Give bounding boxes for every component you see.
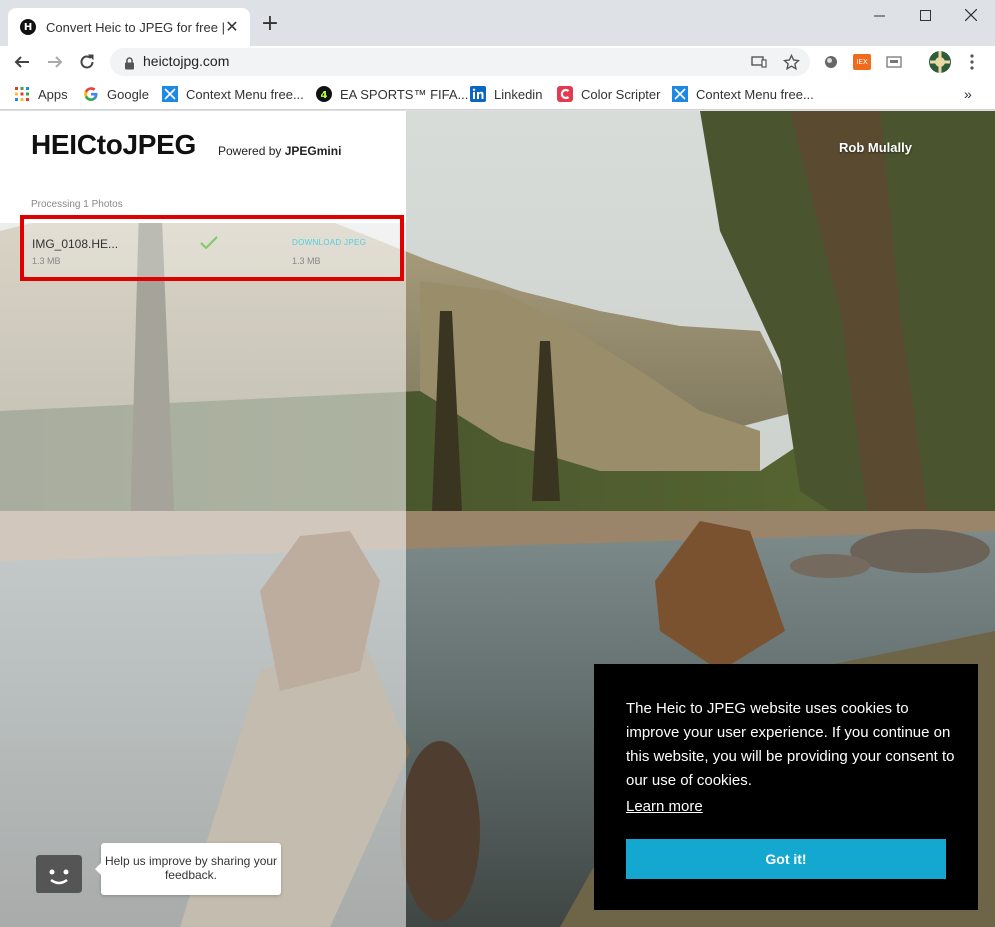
window-maximize-icon[interactable] bbox=[902, 0, 948, 30]
bookmark-label: Google bbox=[107, 86, 149, 102]
bookmark-fifa[interactable]: 4 EA SPORTS™ FIFA... bbox=[316, 85, 468, 103]
more-bookmarks-chevron-icon[interactable]: » bbox=[964, 85, 972, 103]
fifa-icon: 4 bbox=[316, 86, 332, 102]
bookmark-label: Linkedin bbox=[494, 86, 543, 102]
reload-icon[interactable] bbox=[75, 50, 99, 74]
page-content: HEICtoJPEG Powered by JPEGmini Processin… bbox=[0, 111, 995, 927]
powered-by-prefix: Powered by bbox=[218, 144, 282, 158]
file-row: IMG_0108.HE... 1.3 MB DOWNLOAD JPEG 1.3 … bbox=[20, 215, 404, 281]
app-side-panel: HEICtoJPEG Powered by JPEGmini Processin… bbox=[0, 111, 406, 927]
bookmark-context-menu-2[interactable]: Context Menu free... bbox=[672, 85, 814, 103]
app-header: HEICtoJPEG Powered by JPEGmini Processin… bbox=[0, 111, 406, 223]
browser-title-bar: H Convert Heic to JPEG for free | I ✕ + bbox=[0, 0, 995, 46]
learn-more-link[interactable]: Learn more bbox=[626, 795, 956, 819]
photo-credit[interactable]: Rob Mulally bbox=[839, 140, 912, 155]
tab-close-icon[interactable]: ✕ bbox=[224, 19, 240, 35]
bookmark-context-menu-1[interactable]: Context Menu free... bbox=[162, 85, 304, 103]
browser-tab-active[interactable]: H Convert Heic to JPEG for free | I ✕ bbox=[8, 8, 250, 46]
tab-title: Convert Heic to JPEG for free | I bbox=[46, 19, 226, 35]
svg-text:4: 4 bbox=[321, 90, 328, 101]
context-menu-icon bbox=[162, 86, 178, 102]
bookmark-label: Context Menu free... bbox=[696, 86, 814, 102]
bookmark-star-icon[interactable] bbox=[782, 53, 800, 71]
download-jpeg-link[interactable]: DOWNLOAD JPEG bbox=[292, 238, 366, 247]
bookmark-label: Apps bbox=[38, 86, 68, 102]
window-close-icon[interactable] bbox=[948, 0, 994, 30]
feedback-prompt[interactable]: Help us improve by sharing your feedback… bbox=[95, 843, 281, 895]
file-name: IMG_0108.HE... bbox=[32, 237, 119, 251]
bookmark-google[interactable]: Google bbox=[83, 85, 149, 103]
extension-iex-badge: IEX bbox=[853, 54, 871, 70]
processing-status: Processing 1 Photos bbox=[31, 199, 123, 210]
bookmarks-bar: Apps Google Context Menu free... 4 EA SP… bbox=[0, 78, 995, 110]
extension-circle-icon[interactable] bbox=[821, 52, 841, 72]
output-file-size: 1.3 MB bbox=[292, 256, 321, 266]
cookie-message: The Heic to JPEG website uses cookies to… bbox=[626, 700, 955, 789]
site-favicon-icon: H bbox=[20, 19, 36, 35]
cast-device-icon[interactable] bbox=[750, 53, 768, 71]
powered-by-brand[interactable]: JPEGmini bbox=[285, 144, 342, 158]
bookmark-label: Context Menu free... bbox=[186, 86, 304, 102]
linkedin-icon bbox=[470, 86, 486, 102]
address-bar[interactable]: heictojpg.com bbox=[110, 48, 810, 76]
context-menu-icon bbox=[672, 86, 688, 102]
bookmark-apps[interactable]: Apps bbox=[14, 85, 68, 103]
forward-arrow-icon[interactable] bbox=[43, 50, 67, 74]
lock-icon bbox=[124, 55, 135, 74]
bookmark-label: Color Scripter bbox=[581, 86, 661, 102]
powered-by-label: Powered by JPEGmini bbox=[218, 144, 341, 158]
back-arrow-icon[interactable] bbox=[10, 50, 34, 74]
window-minimize-icon[interactable] bbox=[856, 0, 902, 30]
profile-avatar-icon[interactable] bbox=[928, 50, 952, 74]
feedback-widget-button[interactable] bbox=[32, 849, 84, 895]
address-url: heictojpg.com bbox=[143, 53, 230, 69]
bookmark-linkedin[interactable]: Linkedin bbox=[470, 85, 542, 103]
cookie-consent-banner: The Heic to JPEG website uses cookies to… bbox=[594, 664, 978, 910]
app-logo[interactable]: HEICtoJPEG bbox=[31, 129, 196, 161]
browser-toolbar: heictojpg.com IEX bbox=[0, 46, 995, 78]
checkmark-icon bbox=[199, 235, 219, 255]
bookmark-label: EA SPORTS™ FIFA... bbox=[340, 86, 469, 102]
new-tab-plus-icon[interactable]: + bbox=[260, 13, 280, 35]
google-icon bbox=[83, 86, 99, 102]
file-size: 1.3 MB bbox=[32, 256, 61, 266]
color-scripter-icon bbox=[557, 86, 573, 102]
smiley-chat-icon bbox=[32, 849, 82, 893]
got-it-button[interactable]: Got it! bbox=[626, 839, 946, 879]
bookmark-color-scripter[interactable]: Color Scripter bbox=[557, 85, 660, 103]
extension-screen-icon[interactable] bbox=[884, 52, 904, 72]
apps-grid-icon bbox=[14, 86, 30, 102]
browser-menu-kebab-icon[interactable] bbox=[962, 52, 982, 72]
extension-iex-icon[interactable]: IEX bbox=[852, 52, 872, 72]
cookie-message-container: The Heic to JPEG website uses cookies to… bbox=[626, 697, 956, 819]
